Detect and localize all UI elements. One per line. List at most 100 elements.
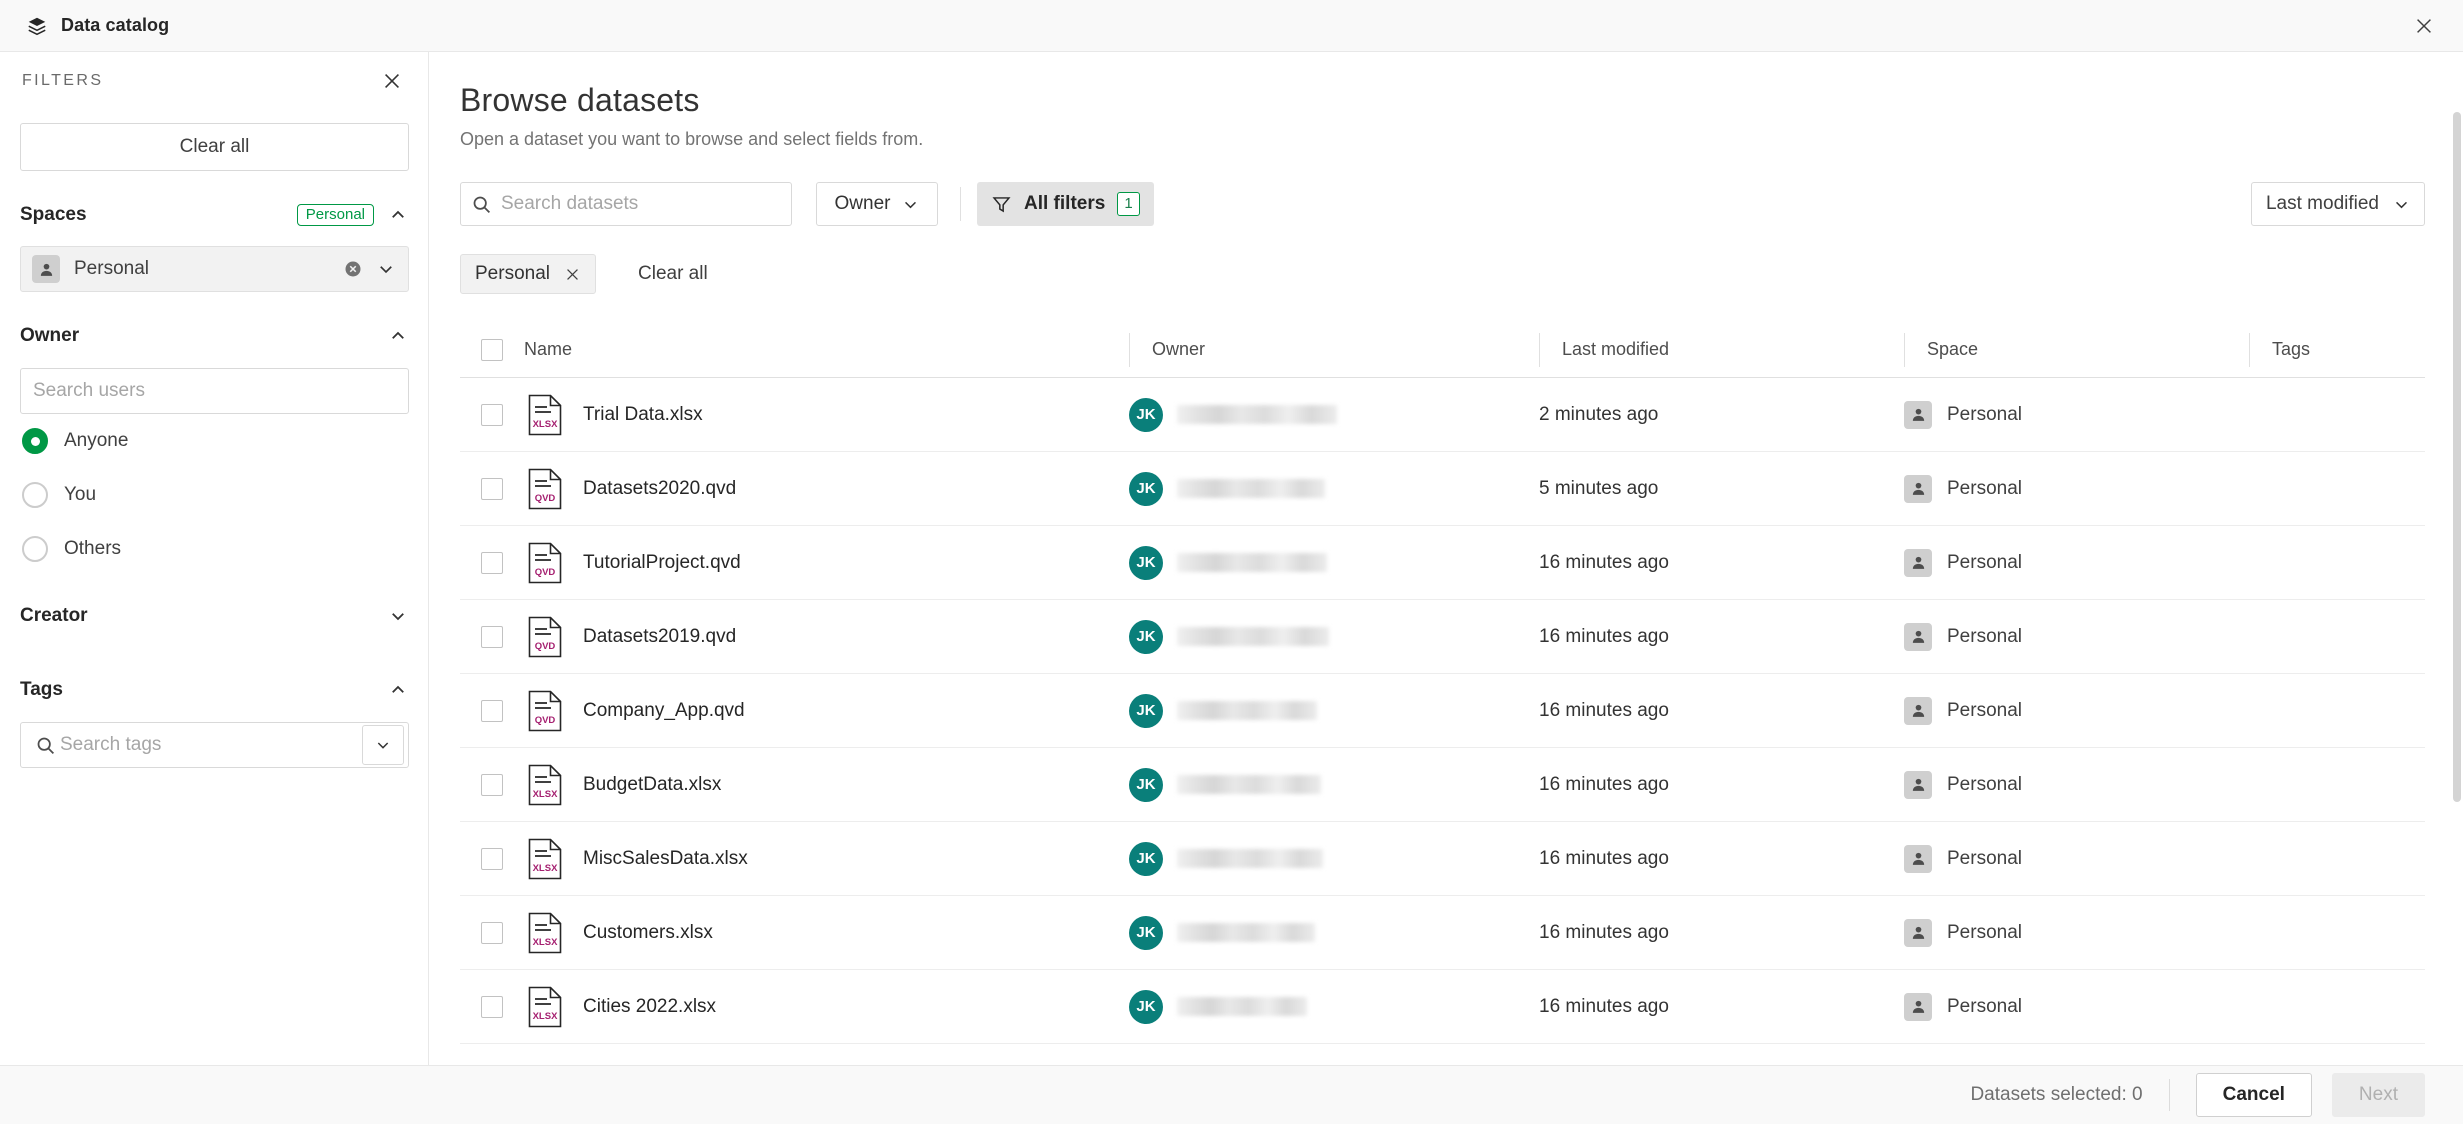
owner-name-redacted (1177, 701, 1317, 720)
filter-group-tags-header[interactable]: Tags (20, 676, 408, 704)
row-checkbox[interactable] (481, 995, 503, 1018)
last-modified-text: 16 minutes ago (1539, 625, 1669, 647)
row-checkbox[interactable] (481, 551, 503, 574)
cell-owner: JK (1129, 397, 1539, 432)
dataset-name: Datasets2020.qvd (583, 477, 737, 499)
column-header-name[interactable]: Name (524, 339, 1129, 360)
owner-radio-anyone[interactable]: Anyone (20, 414, 408, 468)
table-row[interactable]: XLSX Customers.xlsx JK 16 minutes ago Pe… (460, 896, 2425, 970)
cell-last-modified: 2 minutes ago (1539, 404, 1904, 426)
filter-group-owner-header[interactable]: Owner (20, 322, 408, 350)
clear-circle-icon[interactable] (342, 258, 364, 280)
row-checkbox[interactable] (481, 403, 503, 426)
cancel-button[interactable]: Cancel (2195, 1073, 2312, 1117)
dataset-name: Company_App.qvd (583, 699, 745, 721)
select-all-checkbox[interactable] (481, 338, 503, 361)
row-checkbox[interactable] (481, 477, 503, 500)
close-icon[interactable] (564, 266, 581, 283)
cell-name[interactable]: QVD Company_App.qvd (524, 690, 1129, 732)
row-checkbox[interactable] (481, 847, 503, 870)
owner-radio-you[interactable]: You (20, 468, 408, 522)
owner-filter-dropdown[interactable]: Owner (816, 182, 938, 226)
chevron-up-icon[interactable] (388, 205, 408, 225)
owner-radio-others[interactable]: Others (20, 522, 408, 576)
cell-name[interactable]: XLSX Cities 2022.xlsx (524, 986, 1129, 1028)
filter-group-tags-title: Tags (20, 679, 63, 700)
filter-group-creator-title: Creator (20, 605, 88, 626)
person-icon (32, 255, 60, 283)
funnel-icon (991, 194, 1012, 215)
stacked-layers-icon (26, 15, 48, 37)
owner-search-field[interactable] (20, 368, 409, 414)
all-filters-button[interactable]: All filters 1 (977, 182, 1154, 226)
cell-space: Personal (1904, 992, 2249, 1021)
row-checkbox[interactable] (481, 921, 503, 944)
filter-group-spaces-title: Spaces (20, 204, 87, 225)
chips-clear-all-button[interactable]: Clear all (632, 262, 714, 286)
filter-chip-personal[interactable]: Personal (460, 254, 596, 294)
radio-indicator[interactable] (22, 428, 48, 454)
table-row[interactable]: QVD Company_App.qvd JK 16 minutes ago Pe… (460, 674, 2425, 748)
table-row[interactable]: XLSX Trial Data.xlsx JK 2 minutes ago Pe… (460, 378, 2425, 452)
table-row[interactable]: XLSX Cities 2022.xlsx JK 16 minutes ago … (460, 970, 2425, 1044)
close-icon[interactable] (376, 65, 408, 97)
cell-name[interactable]: XLSX Trial Data.xlsx (524, 394, 1129, 436)
svg-text:QVD: QVD (535, 641, 556, 652)
cell-name[interactable]: QVD TutorialProject.qvd (524, 542, 1129, 584)
table-row[interactable]: QVD Datasets2019.qvd JK 16 minutes ago P… (460, 600, 2425, 674)
search-tags-input[interactable] (56, 723, 362, 767)
close-icon[interactable] (2407, 9, 2441, 43)
cell-name[interactable]: QVD Datasets2019.qvd (524, 616, 1129, 658)
dataset-search-field[interactable] (460, 182, 792, 226)
sort-dropdown[interactable]: Last modified (2250, 182, 2425, 226)
cell-owner: JK (1129, 915, 1539, 950)
column-header-tags[interactable]: Tags (2249, 332, 2425, 367)
avatar: JK (1129, 693, 1163, 728)
table-row[interactable]: QVD TutorialProject.qvd JK 16 minutes ag… (460, 526, 2425, 600)
cell-last-modified: 16 minutes ago (1539, 848, 1904, 870)
row-checkbox[interactable] (481, 773, 503, 796)
chevron-down-icon[interactable] (388, 606, 408, 626)
dataset-name: BudgetData.xlsx (583, 773, 722, 795)
table-row[interactable]: XLSX MiscSalesData.xlsx JK 16 minutes ag… (460, 822, 2425, 896)
spaces-selected-pill[interactable]: Personal (20, 246, 409, 292)
radio-indicator[interactable] (22, 482, 48, 508)
sidebar-clear-all-button[interactable]: Clear all (20, 123, 409, 171)
row-checkbox[interactable] (481, 699, 503, 722)
filter-group-creator-header[interactable]: Creator (20, 602, 408, 630)
chevron-up-icon[interactable] (388, 326, 408, 346)
scrollbar-thumb[interactable] (2453, 112, 2461, 802)
table-row[interactable]: QVD Datasets2020.qvd JK 5 minutes ago Pe… (460, 452, 2425, 526)
chevron-up-icon[interactable] (388, 680, 408, 700)
column-header-owner[interactable]: Owner (1129, 332, 1539, 367)
main-scrollbar[interactable] (2451, 52, 2463, 1065)
dataset-name: MiscSalesData.xlsx (583, 847, 748, 869)
cell-name[interactable]: QVD Datasets2020.qvd (524, 468, 1129, 510)
cell-name[interactable]: XLSX BudgetData.xlsx (524, 764, 1129, 806)
row-select-cell (460, 699, 524, 722)
tags-search-field[interactable] (20, 722, 409, 768)
filter-group-owner: Owner Anyone You Others (20, 292, 409, 576)
qvd-file-icon: QVD (528, 542, 562, 584)
cell-name[interactable]: XLSX MiscSalesData.xlsx (524, 838, 1129, 880)
datasets-table: Name Owner Last modified Space Tags XLSX… (460, 322, 2425, 1044)
search-users-input[interactable] (29, 369, 400, 413)
person-icon (1904, 474, 1932, 503)
chevron-down-icon[interactable] (374, 257, 398, 281)
column-header-space[interactable]: Space (1904, 332, 2249, 367)
filter-group-spaces-header[interactable]: Spaces Personal (20, 201, 408, 229)
row-select-cell (460, 403, 524, 426)
owner-name-redacted (1177, 405, 1337, 424)
radio-indicator[interactable] (22, 536, 48, 562)
person-icon (1904, 918, 1932, 947)
cell-last-modified: 16 minutes ago (1539, 626, 1904, 648)
table-row[interactable]: XLSX BudgetData.xlsx JK 16 minutes ago P… (460, 748, 2425, 822)
column-header-last-modified[interactable]: Last modified (1539, 332, 1904, 367)
cell-space: Personal (1904, 770, 2249, 799)
search-datasets-input[interactable] (492, 192, 781, 216)
cell-space: Personal (1904, 548, 2249, 577)
avatar: JK (1129, 545, 1163, 580)
cell-name[interactable]: XLSX Customers.xlsx (524, 912, 1129, 954)
tags-dropdown-button[interactable] (362, 725, 404, 765)
row-checkbox[interactable] (481, 625, 503, 648)
